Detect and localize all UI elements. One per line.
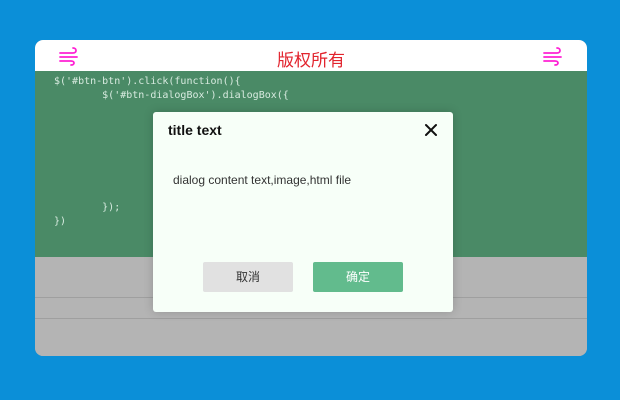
- page-title: 版权所有: [277, 51, 345, 71]
- close-icon[interactable]: [423, 122, 439, 138]
- wind-icon[interactable]: [541, 46, 565, 66]
- dialog-box: title text dialog content text,image,htm…: [153, 112, 453, 312]
- top-bar: 版权所有: [35, 40, 587, 71]
- divider: [35, 318, 587, 319]
- cancel-button[interactable]: 取消: [203, 262, 293, 292]
- dialog-title: title text: [168, 122, 222, 138]
- confirm-button[interactable]: 确定: [313, 262, 403, 292]
- dialog-content: dialog content text,image,html file: [173, 173, 352, 187]
